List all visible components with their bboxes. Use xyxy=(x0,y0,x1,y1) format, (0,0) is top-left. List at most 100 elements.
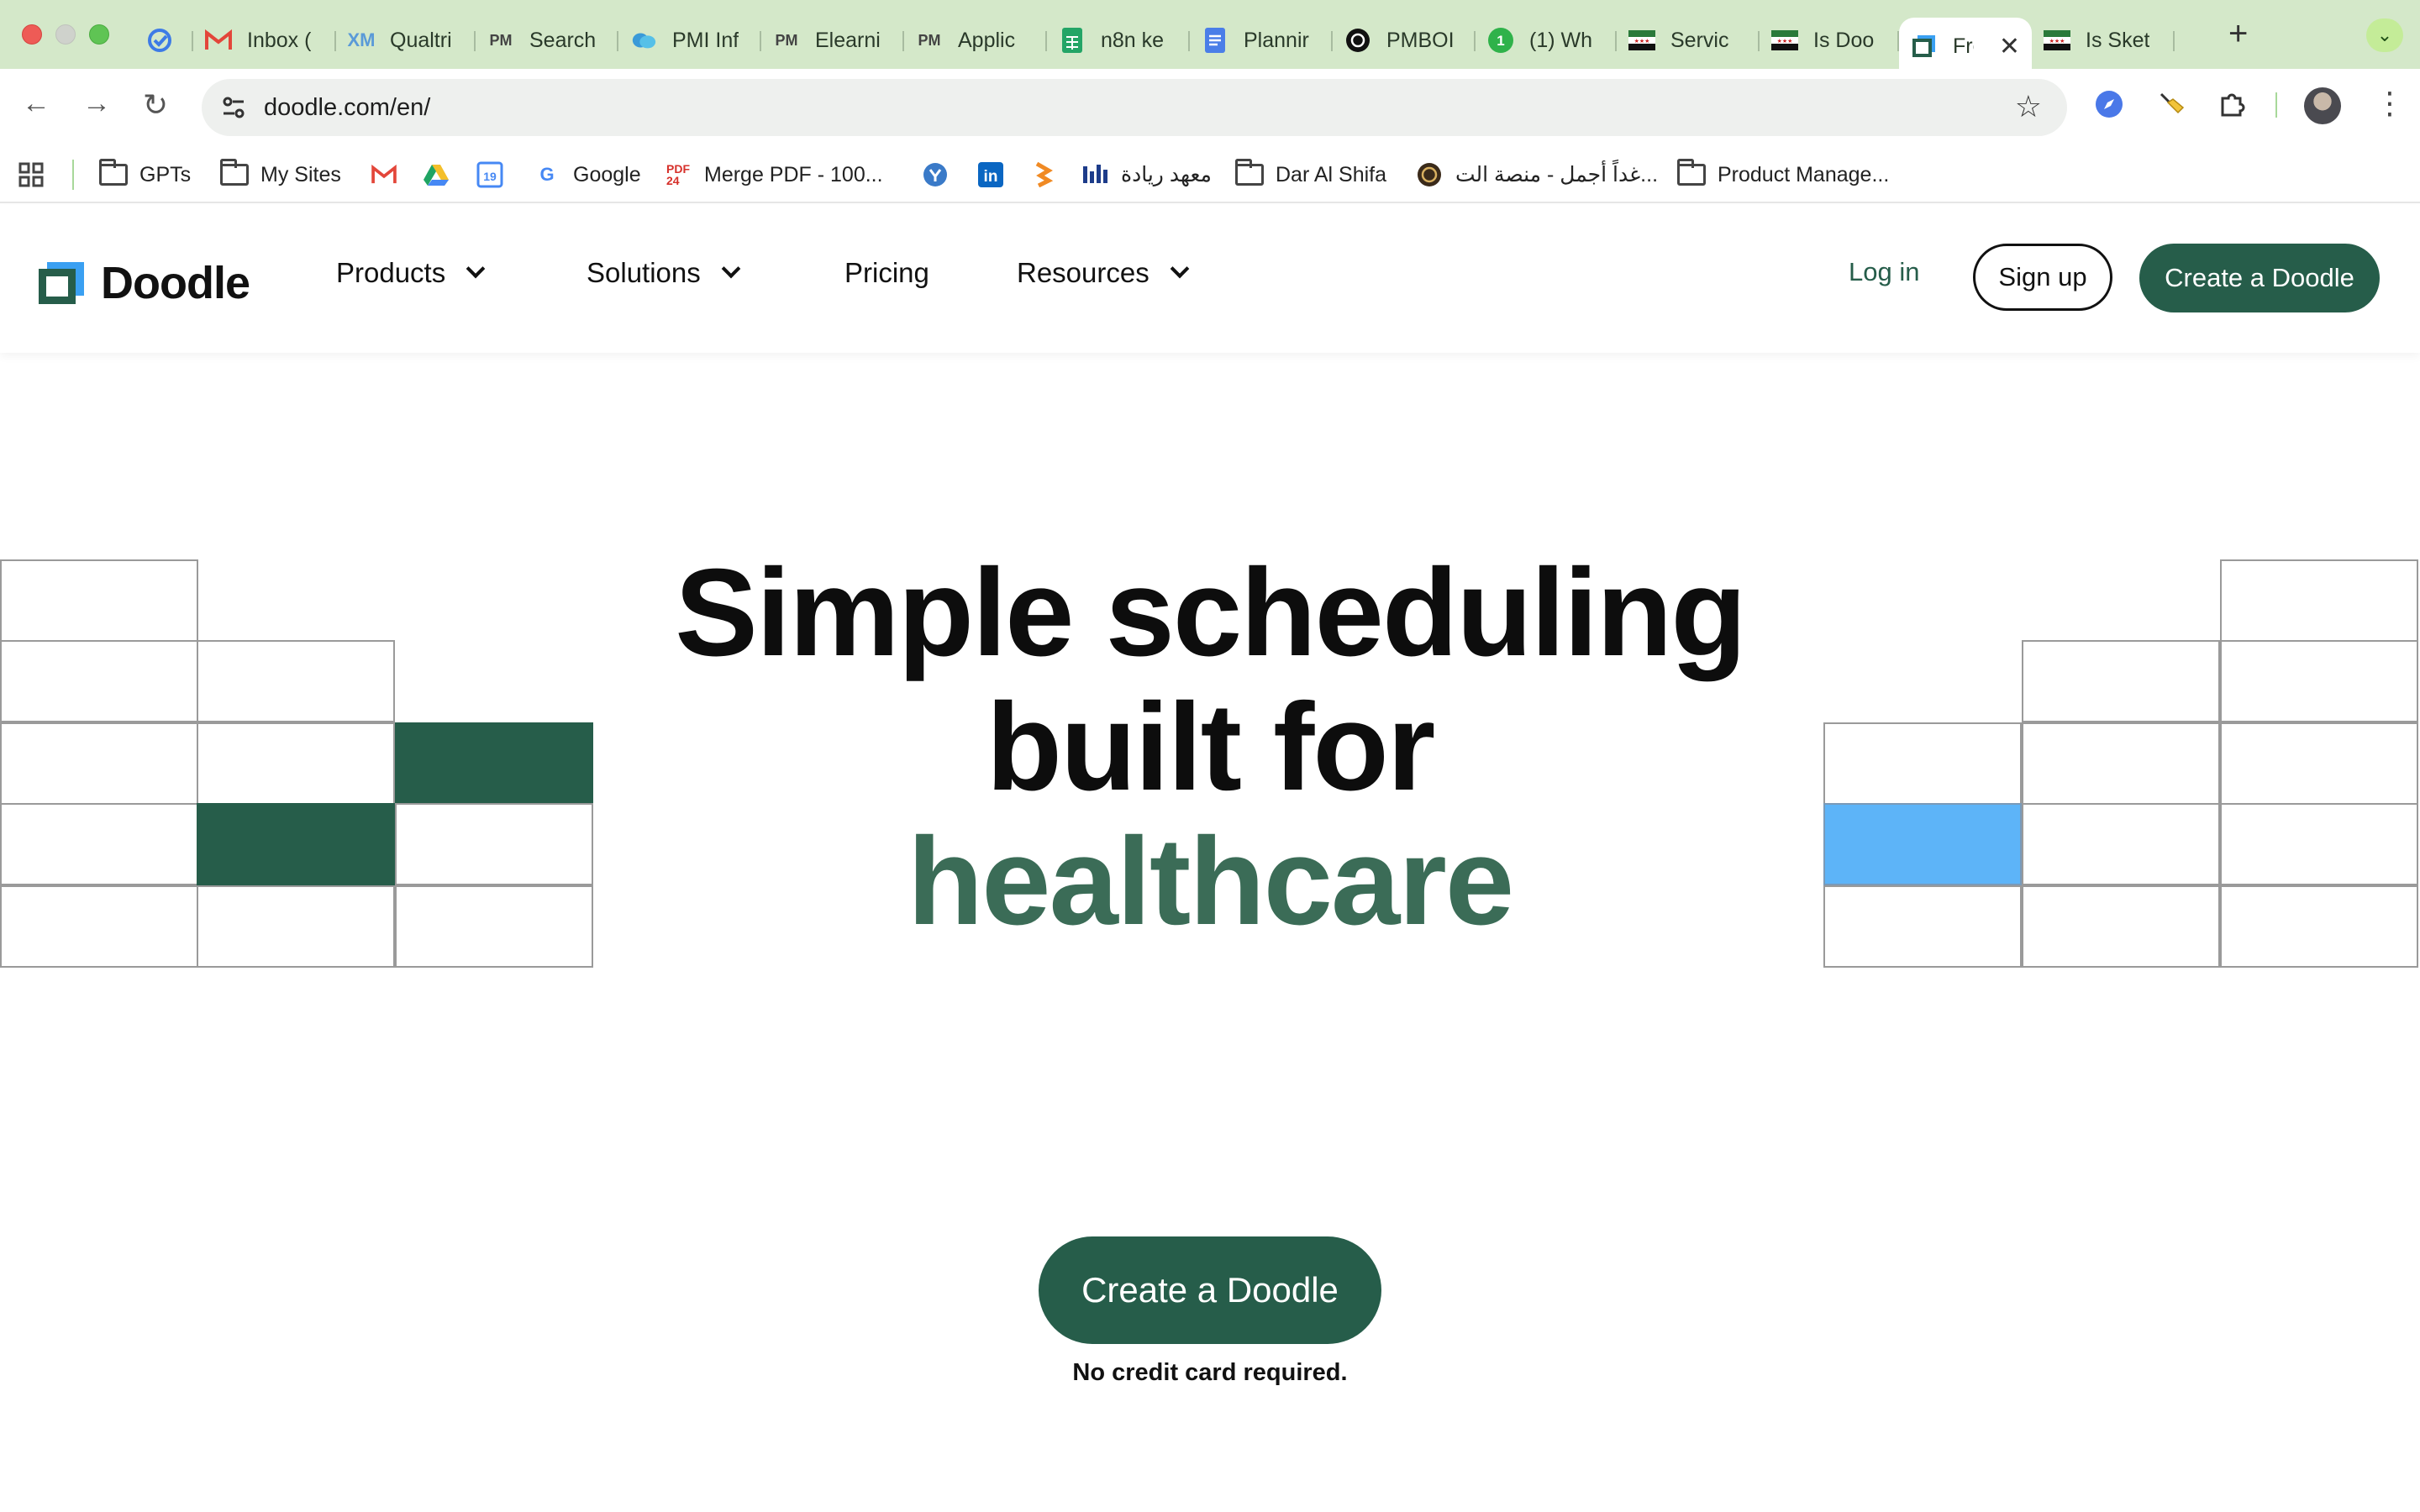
tab-label: PMI Inf xyxy=(672,28,739,52)
doodle-logo-icon xyxy=(39,262,87,304)
window-close-button[interactable] xyxy=(22,24,42,45)
url-text[interactable]: doodle.com/en/ xyxy=(264,94,430,122)
grid-cell xyxy=(0,640,198,722)
tab-is-doodle[interactable]: ★★★ Is Doo xyxy=(1760,18,1899,63)
tab-label: Applic xyxy=(958,28,1016,52)
gmail-icon xyxy=(205,27,232,54)
nav-products[interactable]: Products xyxy=(336,257,486,289)
tab-label: Inbox ( xyxy=(247,28,312,52)
tab-inbox[interactable]: Inbox ( xyxy=(193,18,336,63)
bookmark-riyada[interactable]: معهد ريادة xyxy=(1081,160,1212,190)
create-doodle-hero-button[interactable]: Create a Doodle xyxy=(1039,1236,1381,1344)
window-zoom-button[interactable] xyxy=(89,24,109,45)
bookmark-gmail[interactable] xyxy=(370,160,410,190)
flag-icon: ★★★ xyxy=(2044,27,2070,54)
nav-resources[interactable]: Resources xyxy=(1017,257,1190,289)
tab-elearning[interactable]: PM Elearni xyxy=(761,18,904,63)
nav-label: Products xyxy=(336,257,446,288)
compass-extension-icon[interactable] xyxy=(2092,87,2126,121)
bookmark-dar-al-shifa[interactable]: Dar Al Shifa xyxy=(1235,159,1387,190)
close-tab-icon[interactable]: ✕ xyxy=(1999,32,2020,61)
grid-cell xyxy=(2022,640,2220,722)
chevron-down-icon xyxy=(466,259,486,279)
doodle-icon xyxy=(1911,33,1938,60)
bookmark-google[interactable]: G Google xyxy=(533,160,640,190)
tab-label: PMBOI xyxy=(1386,28,1455,52)
tab-search-button[interactable]: ⌄ xyxy=(2366,18,2403,52)
tab-search[interactable]: PM Search xyxy=(476,18,618,63)
bookmark-product-manage[interactable]: Product Manage... xyxy=(1677,159,1890,190)
bookmark-star-icon[interactable]: ☆ xyxy=(2015,89,2042,124)
bookmark-label: Product Manage... xyxy=(1718,162,1890,186)
tab-planning[interactable]: Plannir xyxy=(1190,18,1333,63)
folder-icon xyxy=(1235,159,1264,186)
google-icon: G xyxy=(539,164,555,185)
back-arrow-icon[interactable]: ← xyxy=(22,87,50,120)
apps-grid-icon[interactable] xyxy=(18,160,44,190)
shield-icon xyxy=(921,160,950,189)
hero-headline-accent: healthcare xyxy=(907,812,1514,951)
pmi-icon: PM xyxy=(489,31,513,49)
site-info-icon[interactable] xyxy=(220,94,247,121)
tab-todo[interactable] xyxy=(134,18,193,63)
bookmark-gpts[interactable]: GPTs xyxy=(99,159,191,190)
tab-pmbok[interactable]: PMBOI xyxy=(1333,18,1476,63)
tab-whatsapp[interactable]: 1 (1) Wh xyxy=(1476,18,1617,63)
new-tab-button[interactable]: + xyxy=(2228,15,2248,53)
pmi-icon: PM xyxy=(775,31,798,49)
bookmark-label: Dar Al Shifa xyxy=(1276,162,1387,186)
tab-application[interactable]: PM Applic xyxy=(904,18,1047,63)
tab-label: Qualtri xyxy=(390,28,452,52)
bookmark-label: My Sites xyxy=(260,162,341,186)
bookmark-label: معهد ريادة xyxy=(1121,163,1212,186)
bookmark-merge-pdf[interactable]: PDF 24 Merge PDF - 100... xyxy=(664,160,883,190)
svg-text:in: in xyxy=(984,168,998,186)
tab-is-sketch[interactable]: ★★★ Is Sket xyxy=(2032,18,2175,63)
signup-button[interactable]: Sign up xyxy=(1973,244,2112,311)
grid-cell xyxy=(2220,559,2418,642)
folder-icon xyxy=(99,159,128,186)
emblem-icon xyxy=(1415,160,1444,189)
browser-tab-strip: Inbox ( XM Qualtri PM Search PMI Inf PM … xyxy=(0,0,2420,75)
nav-label: Resources xyxy=(1017,257,1150,288)
extensions-puzzle-icon[interactable] xyxy=(2215,87,2249,121)
tab-service[interactable]: ★★★ Servic xyxy=(1617,18,1760,63)
browser-menu-icon[interactable]: ⋮ xyxy=(2375,86,2405,121)
bookmark-label: غداً أجمل - منصة الت... xyxy=(1455,163,1659,186)
tab-label: Search xyxy=(529,28,597,52)
tab-qualtrics[interactable]: XM Qualtri xyxy=(336,18,476,63)
profile-avatar[interactable] xyxy=(2304,87,2341,124)
hero-headline-line1: Simple scheduling xyxy=(675,543,1747,682)
bookmark-linkedin[interactable]: in xyxy=(976,160,1017,190)
bookmark-calendar[interactable]: 19 xyxy=(476,160,516,190)
doodle-logo[interactable]: Doodle xyxy=(39,257,250,309)
bookmark-drive[interactable] xyxy=(422,160,462,190)
create-doodle-header-button[interactable]: Create a Doodle xyxy=(2139,244,2380,312)
nav-solutions[interactable]: Solutions xyxy=(587,257,741,289)
tab-label: n8n ke xyxy=(1101,28,1165,52)
nav-pricing[interactable]: Pricing xyxy=(844,257,929,289)
address-bar[interactable]: doodle.com/en/ ☆ xyxy=(202,79,2067,136)
forward-arrow-icon[interactable]: → xyxy=(82,87,111,120)
bookmark-my-sites[interactable]: My Sites xyxy=(220,159,341,190)
tab-label: Elearni xyxy=(815,28,881,52)
bookmark-tag[interactable] xyxy=(1028,160,1069,190)
tab-n8n[interactable]: n8n ke xyxy=(1047,18,1190,63)
site-header: Doodle Products Solutions Pricing Resour… xyxy=(0,205,2420,353)
reload-icon[interactable]: ↻ xyxy=(143,87,168,123)
tab-doodle-active[interactable]: Fre ✕ xyxy=(1899,18,2032,75)
no-credit-card-note: No credit card required. xyxy=(1072,1359,1348,1386)
tab-pmi-info[interactable]: PMI Inf xyxy=(618,18,761,63)
bookmarks-divider xyxy=(72,160,74,190)
openai-icon xyxy=(1344,27,1371,54)
bookmark-shield[interactable] xyxy=(921,160,961,190)
nav-label: Solutions xyxy=(587,257,701,288)
svg-text:★★★: ★★★ xyxy=(1777,38,1793,45)
login-link[interactable]: Log in xyxy=(1849,257,1919,287)
window-minimize-button[interactable] xyxy=(55,24,76,45)
bookmark-ghadan-ajmal[interactable]: غداً أجمل - منصة الت... xyxy=(1415,160,1658,190)
svg-text:★★★: ★★★ xyxy=(1634,38,1650,45)
grid-cell xyxy=(2022,803,2220,885)
broom-extension-icon[interactable] xyxy=(2154,87,2188,121)
grid-cell xyxy=(2220,722,2418,805)
